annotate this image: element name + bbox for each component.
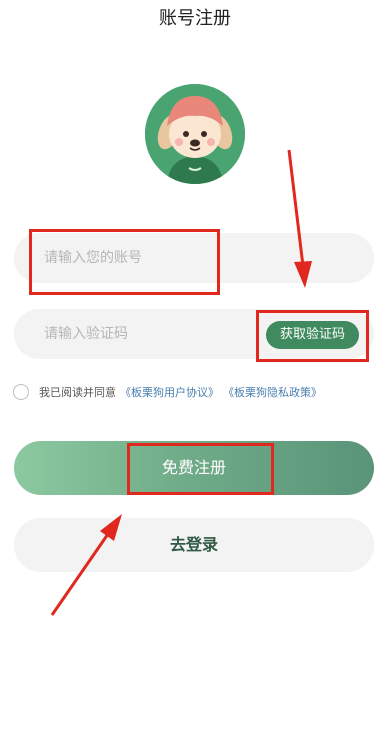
annotation-box-register [127,443,274,495]
annotation-box-account [29,229,220,295]
agree-checkbox[interactable] [13,384,29,400]
agreement-text: 我已阅读并同意 [39,386,116,399]
login-button[interactable]: 去登录 [14,518,374,572]
avatar [145,84,245,184]
page-title: 账号注册 [159,8,231,29]
privacy-policy-link[interactable]: 《板栗狗隐私政策》 [223,384,322,400]
user-agreement-link[interactable]: 《板栗狗用户协议》 [120,384,219,400]
agreement-row: 我已阅读并同意 《板栗狗用户协议》 《板栗狗隐私政策》 [12,380,382,404]
dog-mascot-icon [145,84,245,184]
verification-code-input[interactable] [44,309,254,359]
annotation-box-get-code [256,310,369,362]
